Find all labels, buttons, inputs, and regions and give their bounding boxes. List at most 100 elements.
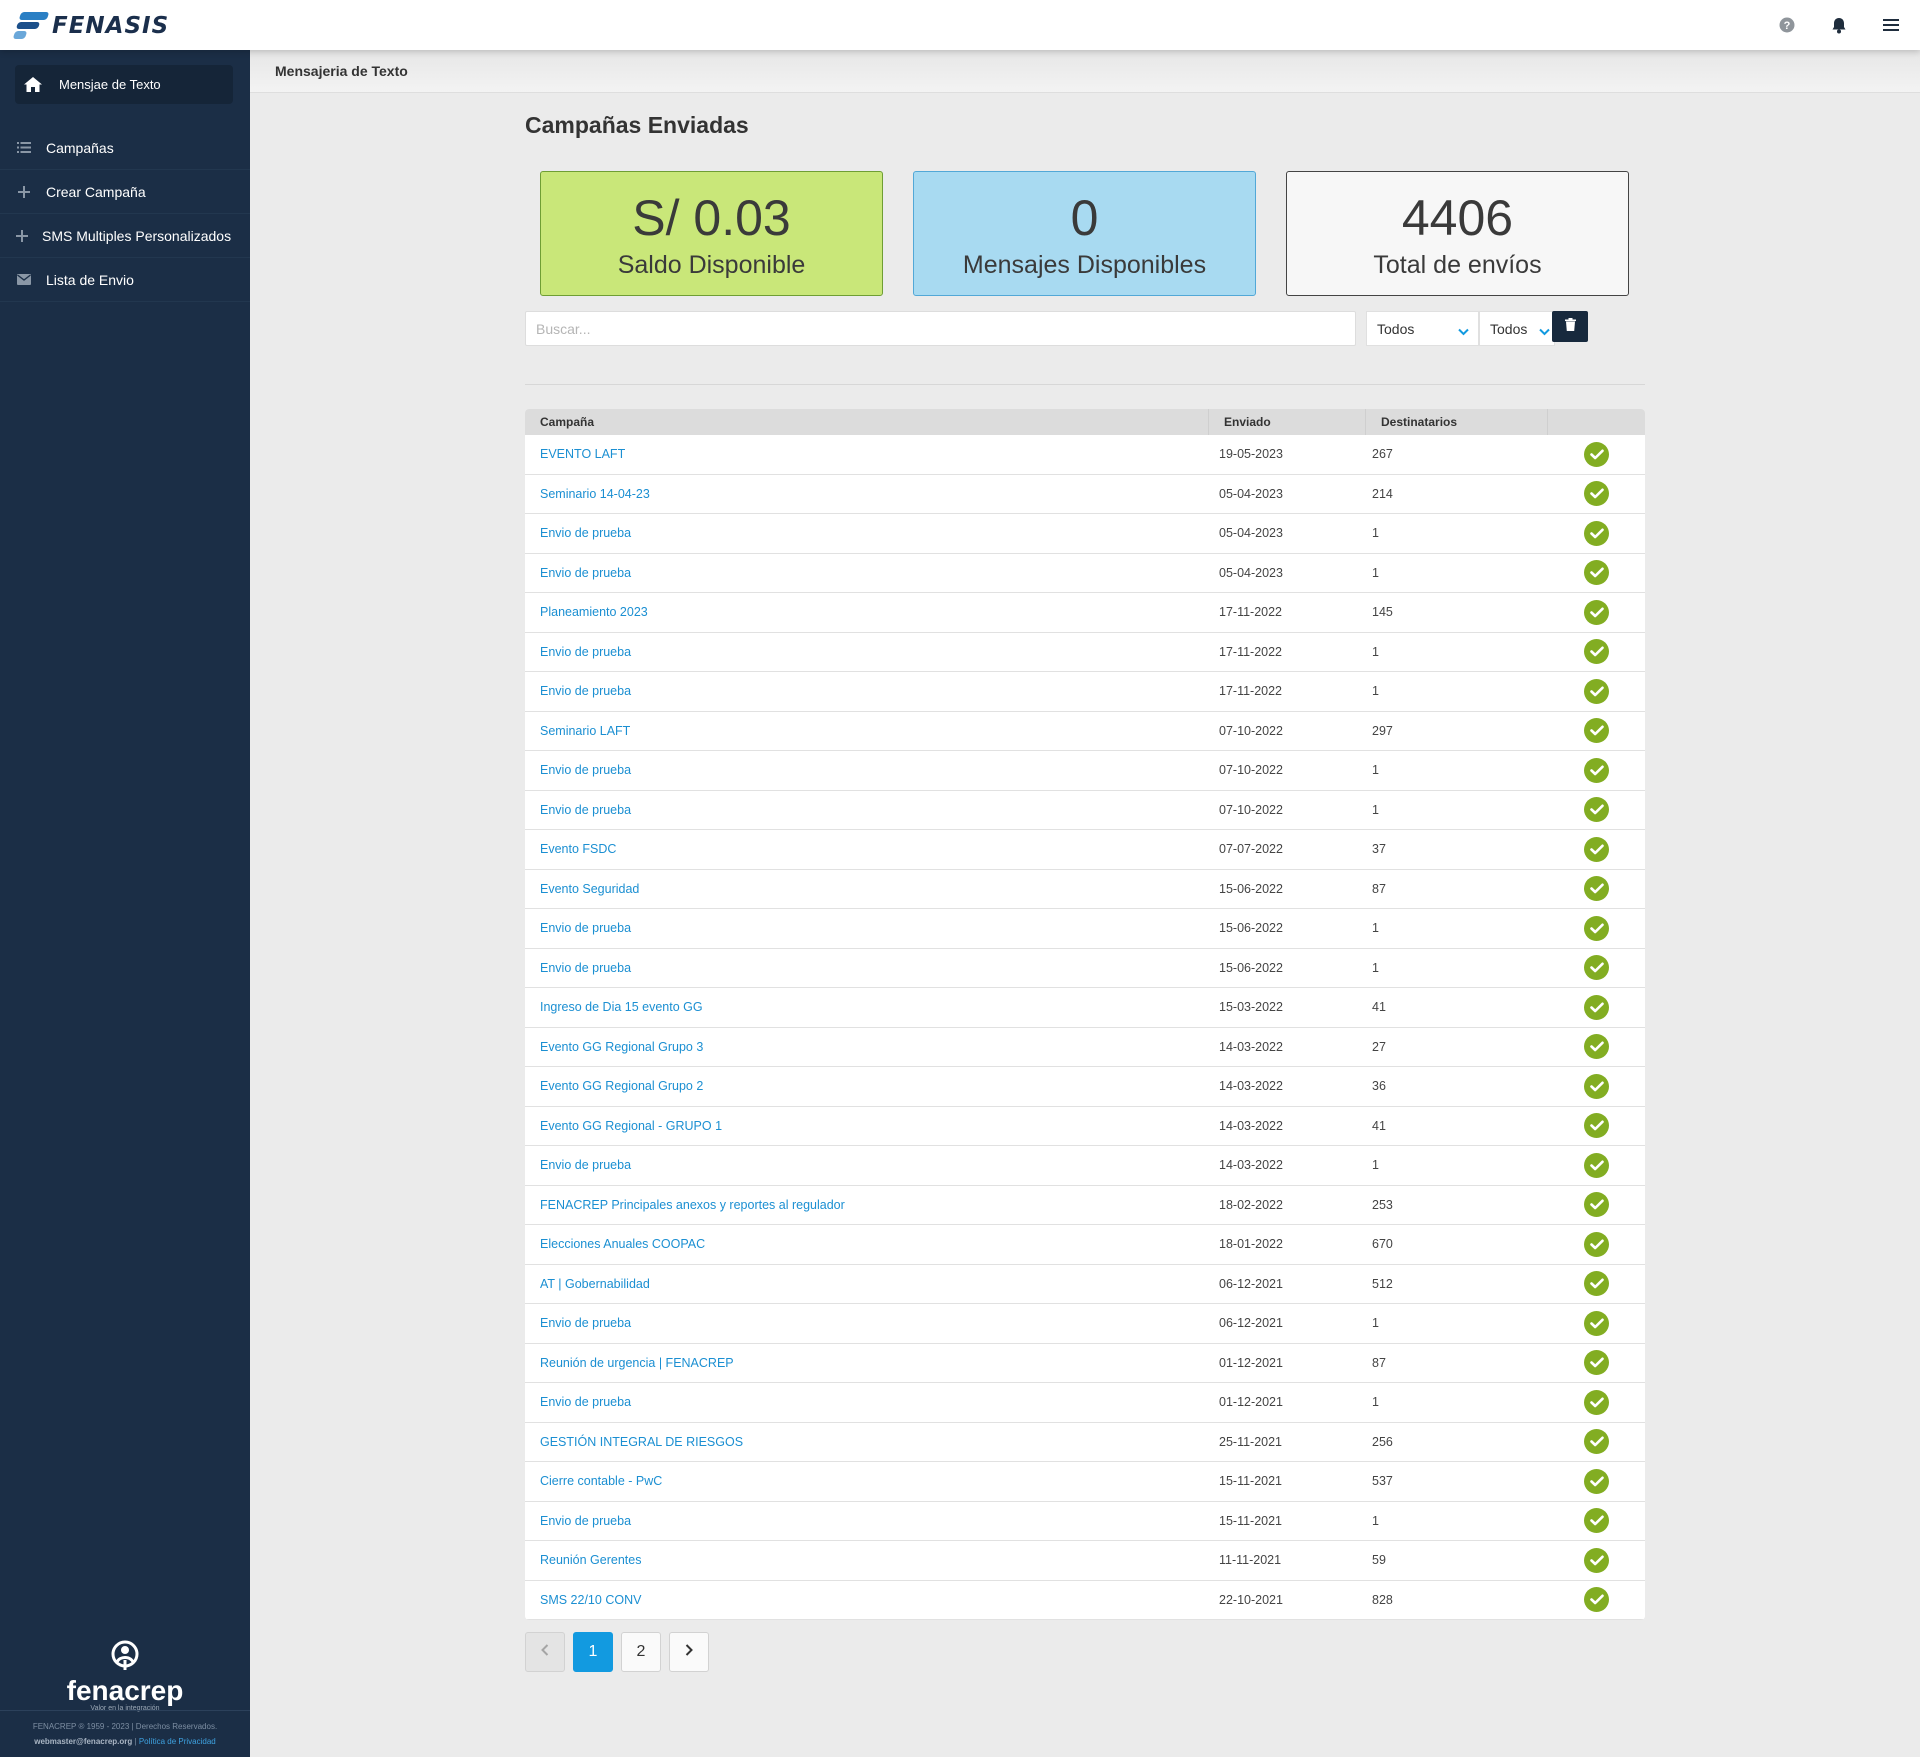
- sidebar-footer: FENACREP ® 1959 - 2023 | Derechos Reserv…: [0, 1710, 250, 1749]
- divider: [525, 384, 1645, 385]
- status-cell: [1548, 1462, 1645, 1501]
- sent-date: 07-10-2022: [1219, 723, 1283, 738]
- status-cell: [1548, 1383, 1645, 1422]
- recipients-count: 1: [1372, 763, 1379, 778]
- campaign-link[interactable]: Envio de prueba: [525, 672, 1209, 711]
- campaign-link[interactable]: SMS 22/10 CONV: [525, 1581, 1209, 1620]
- recipients-count: 253: [1372, 1197, 1393, 1212]
- fenacrep-name: fenacrep: [66, 1675, 184, 1706]
- campaign-link[interactable]: Evento Seguridad: [525, 870, 1209, 909]
- sent-date: 11-11-2021: [1219, 1553, 1282, 1568]
- recipients-count: 1: [1372, 644, 1379, 659]
- status-cell: [1548, 949, 1645, 988]
- campaign-link[interactable]: Reunión de urgencia | FENACREP: [525, 1344, 1209, 1383]
- svg-text:?: ?: [1784, 20, 1791, 32]
- campaign-link[interactable]: GESTIÓN INTEGRAL DE RIESGOS: [525, 1423, 1209, 1462]
- clear-filters-button[interactable]: [1552, 311, 1588, 342]
- sidebar-home-button[interactable]: Mensjae de Texto: [15, 65, 233, 104]
- campaign-link[interactable]: EVENTO LAFT: [525, 435, 1209, 474]
- campaign-link[interactable]: Envio de prueba: [525, 751, 1209, 790]
- campaign-link[interactable]: Reunión Gerentes: [525, 1541, 1209, 1580]
- filter-select-value: Todos: [1490, 320, 1528, 337]
- sidebar-item-crear-campana[interactable]: Crear Campaña: [0, 170, 250, 214]
- campaign-link[interactable]: Evento FSDC: [525, 830, 1209, 869]
- recipients-count: 87: [1372, 881, 1386, 896]
- campaign-link[interactable]: Envio de prueba: [525, 554, 1209, 593]
- chevron-left-icon: [541, 1643, 549, 1661]
- check-circle-icon: [1584, 1271, 1609, 1297]
- check-circle-icon: [1584, 797, 1609, 823]
- table-row: Evento GG Regional Grupo 2 14-03-2022 36: [525, 1067, 1645, 1107]
- table-row: Cierre contable - PwC 15-11-2021 537: [525, 1462, 1645, 1502]
- recipients-count: 297: [1372, 723, 1393, 738]
- table-row: SMS 22/10 CONV 22-10-2021 828: [525, 1581, 1645, 1620]
- campaign-link[interactable]: Envio de prueba: [525, 909, 1209, 948]
- campaign-link[interactable]: Seminario LAFT: [525, 712, 1209, 751]
- campaign-link[interactable]: Envio de prueba: [525, 1146, 1209, 1185]
- stat-label: Saldo Disponible: [617, 251, 806, 279]
- recipients-count: 1: [1372, 960, 1379, 975]
- campaign-link[interactable]: Envio de prueba: [525, 514, 1209, 553]
- recipients-count: 41: [1372, 1118, 1386, 1133]
- page-button-1[interactable]: 1: [573, 1632, 613, 1672]
- campaign-link[interactable]: Evento GG Regional - GRUPO 1: [525, 1107, 1209, 1146]
- sidebar: Mensjae de Texto Campañas Crear Campaña …: [0, 50, 250, 1757]
- column-header-destinatarios[interactable]: Destinatarios: [1366, 409, 1548, 435]
- table-row: Planeamiento 2023 17-11-2022 145: [525, 593, 1645, 633]
- recipients-count: 512: [1372, 1276, 1393, 1291]
- sidebar-item-campanas[interactable]: Campañas: [0, 126, 250, 170]
- column-header-enviado[interactable]: Enviado: [1209, 409, 1366, 435]
- filter-select-2[interactable]: Todos: [1479, 311, 1555, 346]
- table-row: GESTIÓN INTEGRAL DE RIESGOS 25-11-2021 256: [525, 1423, 1645, 1462]
- sent-date: 07-07-2022: [1219, 842, 1283, 857]
- column-header-campana[interactable]: Campaña: [525, 409, 1209, 435]
- status-cell: [1548, 1067, 1645, 1106]
- status-cell: [1548, 1265, 1645, 1304]
- table-row: Envio de prueba 06-12-2021 1: [525, 1304, 1645, 1344]
- sent-date: 15-06-2022: [1219, 921, 1283, 936]
- campaign-link[interactable]: Ingreso de Dia 15 evento GG: [525, 988, 1209, 1027]
- prev-page-button[interactable]: [525, 1632, 565, 1672]
- campaign-link[interactable]: Envio de prueba: [525, 1383, 1209, 1422]
- table-row: Seminario 14-04-23 05-04-2023 214: [525, 475, 1645, 514]
- check-circle-icon: [1584, 441, 1609, 467]
- campaign-link[interactable]: FENACREP Principales anexos y reportes a…: [525, 1186, 1209, 1225]
- privacy-policy-link[interactable]: Política de Privacidad: [139, 1737, 216, 1746]
- fenasis-logo[interactable]: FENASIS: [12, 12, 169, 39]
- filter-select-1[interactable]: Todos: [1366, 311, 1479, 346]
- footer-email[interactable]: webmaster@fenacrep.org: [34, 1737, 132, 1746]
- campaign-link[interactable]: Evento GG Regional Grupo 2: [525, 1067, 1209, 1106]
- sidebar-item-sms-multiples[interactable]: SMS Multiples Personalizados: [0, 214, 250, 258]
- search-input[interactable]: [525, 311, 1356, 346]
- table-row: Elecciones Anuales COOPAC 18-01-2022 670: [525, 1225, 1645, 1265]
- campaign-link[interactable]: Elecciones Anuales COOPAC: [525, 1225, 1209, 1264]
- next-page-button[interactable]: [669, 1632, 709, 1672]
- page-button-2[interactable]: 2: [621, 1632, 661, 1672]
- sidebar-item-label: Lista de Envio: [46, 271, 134, 288]
- help-icon[interactable]: ?: [1776, 14, 1798, 36]
- campaign-link[interactable]: Seminario 14-04-23: [525, 475, 1209, 514]
- check-circle-icon: [1584, 955, 1609, 981]
- recipients-count: 256: [1372, 1434, 1393, 1449]
- campaign-link[interactable]: Evento GG Regional Grupo 3: [525, 1028, 1209, 1067]
- plus-icon: [0, 185, 48, 198]
- campaign-link[interactable]: Planeamiento 2023: [525, 593, 1209, 632]
- hamburger-menu-icon[interactable]: [1880, 14, 1902, 36]
- campaign-link[interactable]: Envio de prueba: [525, 949, 1209, 988]
- top-bar: FENASIS ?: [0, 0, 1920, 50]
- table-row: Reunión de urgencia | FENACREP 01-12-2021…: [525, 1344, 1645, 1383]
- table-row: Seminario LAFT 07-10-2022 297: [525, 712, 1645, 751]
- table-row: Envio de prueba 07-10-2022 1: [525, 791, 1645, 830]
- fenasis-logo-icon: [12, 12, 50, 39]
- sent-date: 07-10-2022: [1219, 802, 1283, 817]
- campaign-link[interactable]: Cierre contable - PwC: [525, 1462, 1209, 1501]
- sent-date: 14-03-2022: [1219, 1079, 1283, 1094]
- stats-panel: S/ 0.03 Saldo Disponible 0 Mensajes Disp…: [540, 171, 1631, 296]
- bell-icon[interactable]: [1828, 14, 1850, 36]
- sidebar-item-lista-envio[interactable]: Lista de Envio: [0, 258, 250, 302]
- campaign-link[interactable]: Envio de prueba: [525, 1304, 1209, 1343]
- campaign-link[interactable]: Envio de prueba: [525, 791, 1209, 830]
- campaign-link[interactable]: Envio de prueba: [525, 1502, 1209, 1541]
- campaign-link[interactable]: Envio de prueba: [525, 633, 1209, 672]
- campaign-link[interactable]: AT | Gobernabilidad: [525, 1265, 1209, 1304]
